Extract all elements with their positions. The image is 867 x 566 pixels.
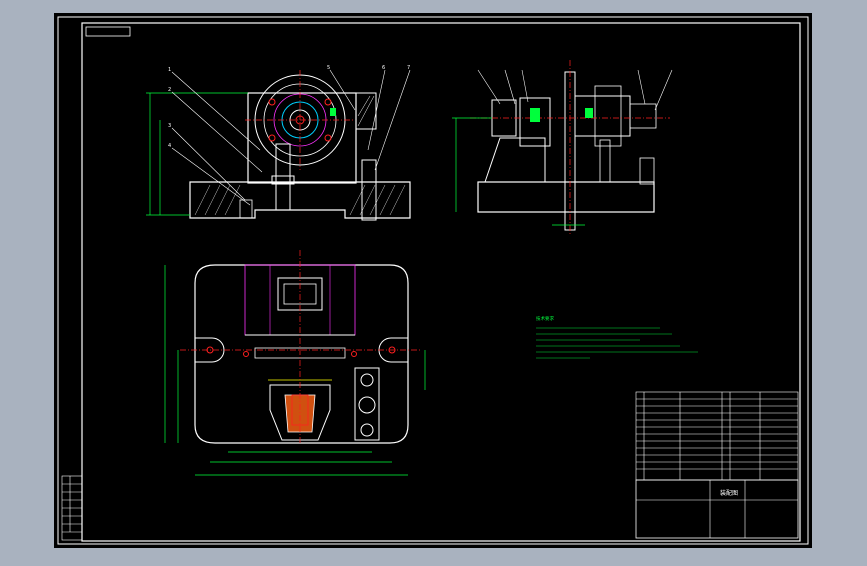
drawing-canvas[interactable]: 1 2 3 4 5 6 7 技术要求 装配图 <box>0 0 867 562</box>
notes-heading: 技术要求 <box>536 315 554 322</box>
svg-text:2: 2 <box>168 87 171 93</box>
svg-text:5: 5 <box>327 65 330 71</box>
svg-text:4: 4 <box>168 143 171 149</box>
svg-text:7: 7 <box>407 65 410 71</box>
svg-text:6: 6 <box>382 65 385 71</box>
svg-text:3: 3 <box>168 123 171 129</box>
svg-text:1: 1 <box>168 67 171 73</box>
cad-viewport[interactable]: 1 2 3 4 5 6 7 技术要求 装配图 <box>0 0 867 562</box>
drawing-title: 装配图 <box>720 489 738 497</box>
